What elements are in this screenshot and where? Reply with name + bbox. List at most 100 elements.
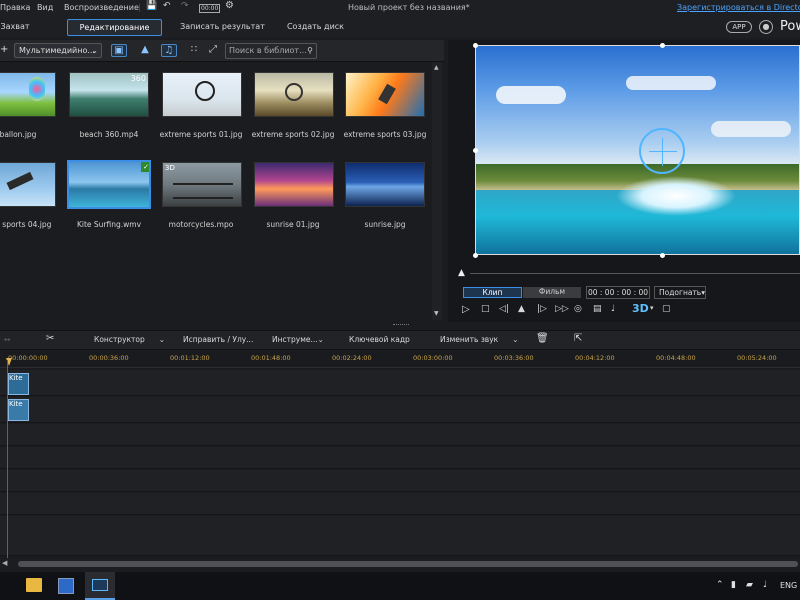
playback-controls: ▷ □ ◁| ▲ |▷ ▷▷ ◎ ▤ ♩ 3D ▾ ▢ [462,302,682,318]
thumbnail-sunrise[interactable] [345,162,425,207]
library-search-input[interactable]: Поиск в библиот... ⚲ [225,43,317,59]
resize-handle[interactable] [473,253,478,258]
video-track[interactable]: Kite [0,370,800,396]
thumbnail-caption: extreme sports 04.jpg [0,220,52,229]
tab-produce[interactable]: Записать результат [175,19,270,36]
thumbnail-sunrise-01[interactable] [254,162,334,207]
thumbnail-caption: motorcycles.mpo [168,220,234,229]
camera-icon[interactable]: ◎ [574,304,582,314]
menu-view[interactable]: Вид [37,3,53,12]
movie-mode-button[interactable]: Фильм [523,287,581,298]
resize-handle[interactable] [660,253,665,258]
3d-toggle-icon[interactable]: 3D [632,302,649,315]
tab-create-disc[interactable]: Создать диск [278,19,353,36]
undo-icon[interactable]: ↶ [163,1,171,11]
volume-icon[interactable]: ♩ [611,304,615,314]
previous-frame-icon[interactable]: ◁| [499,304,509,314]
undock-icon[interactable]: ▢ [662,304,671,314]
insert-icon[interactable]: ⇱ [574,333,582,344]
change-audio-button[interactable]: Изменить звук ⌄ [440,335,519,344]
split-icon[interactable]: ↔ [4,335,10,344]
resize-handle[interactable] [473,43,478,48]
powerdirector-taskbar-button[interactable] [85,572,115,600]
subtitle-icon[interactable]: ▤ [593,304,602,314]
video-filter-icon[interactable]: ▣ [111,44,127,57]
tray-expand-icon[interactable]: ⌃ [716,580,724,590]
library-scrollbar[interactable]: ▲ ▼ [432,62,442,320]
ruler-tick: 00:01:48:00 [251,354,291,362]
document-title: Новый проект без названия* [348,3,470,12]
playhead-marker-icon[interactable]: ▲ [458,268,465,278]
thumbnail-beach-360[interactable]: 360 [69,72,149,117]
grid-view-icon[interactable]: ∷ [186,44,202,57]
tools-button[interactable]: Инструме...⌄ [272,335,324,344]
expand-icon[interactable]: ⤢ [205,44,221,57]
motocross-image [285,83,303,101]
timeline-horizontal-scrollbar[interactable]: ◀ [0,558,800,570]
keyframe-button[interactable]: Ключевой кадр [349,335,410,344]
app-button[interactable]: APP [726,21,752,33]
preview-video [475,45,800,255]
audio-track[interactable]: Kite [0,397,800,423]
scissors-icon[interactable]: ✂ [46,333,54,344]
stop-icon[interactable]: □ [481,304,490,314]
gear-icon[interactable]: ⚙ [225,0,234,11]
timeline-video-clip[interactable]: Kite [8,373,29,395]
next-frame-icon[interactable]: |▷ [537,304,547,314]
crosshair-icon[interactable] [639,128,685,174]
tab-capture[interactable]: Захват [0,19,30,36]
notification-icon[interactable]: ● [759,20,773,34]
thumbnail-ballon[interactable] [0,72,56,117]
media-filter-dropdown[interactable]: Мультимедийно... ⌄ [14,43,102,58]
timeline-ruler[interactable]: 00:00:00:00 00:00:36:00 00:01:12:00 00:0… [0,352,800,368]
image-filter-icon[interactable]: ▲ [137,44,153,57]
music-filter-icon[interactable]: ♫ [161,44,177,57]
scrollbar-thumb[interactable] [18,561,798,567]
designer-button[interactable]: Конструктор ⌄ [94,335,165,344]
fast-forward-icon[interactable]: ▷▷ [555,304,569,314]
thumbnail-extreme-03[interactable] [345,72,425,117]
fix-enhance-button[interactable]: Исправить / Улу... [183,335,253,344]
thumbnail-extreme-02[interactable] [254,72,334,117]
scroll-up-icon[interactable]: ▲ [434,64,439,71]
search-icon[interactable]: ⚲ [307,44,313,58]
plus-icon[interactable]: + [0,44,8,55]
trash-icon[interactable]: 🗑 [536,333,549,344]
voice-track[interactable] [0,493,800,515]
scroll-left-icon[interactable]: ◀ [2,559,7,567]
play-icon[interactable]: ▷ [462,304,470,315]
3d-dropdown-icon[interactable]: ▾ [650,304,654,312]
floppy-app-icon[interactable] [58,578,74,594]
tab-edit[interactable]: Редактирование [67,19,162,36]
thumbnail-kite-surfing[interactable]: ✓ [67,160,151,209]
timeline-audio-clip[interactable]: Kite [8,399,29,421]
resize-handle[interactable] [473,148,478,153]
save-icon[interactable]: 💾 [146,1,157,11]
battery-icon[interactable]: ▮ [731,580,736,590]
menu-playback[interactable]: Воспроизведение [64,3,139,12]
preview-timecode[interactable]: 00 : 00 : 00 : 00 [586,286,650,299]
title-track[interactable] [0,470,800,492]
thumbnail-extreme-04[interactable] [0,162,56,207]
thumbnail-extreme-01[interactable] [162,72,242,117]
timecode-icon[interactable]: 00:00 [199,4,221,13]
menu-edit[interactable]: Правка [0,3,30,12]
overlay-track[interactable] [0,447,800,469]
file-explorer-icon[interactable] [26,578,42,592]
volume-icon[interactable]: ♩ [763,580,767,590]
panel-resize-handle[interactable] [393,324,409,327]
snapshot-mark-icon[interactable]: ▲ [518,304,525,314]
redo-icon[interactable]: ↷ [181,1,189,11]
resize-handle[interactable] [660,43,665,48]
fit-dropdown[interactable]: Подогнать▾ [654,286,706,299]
scroll-down-icon[interactable]: ▼ [434,310,439,317]
thumbnail-motorcycles[interactable]: 3D [162,162,242,207]
chevron-down-icon: ⌄ [158,335,166,344]
usb-icon[interactable]: ▰ [746,580,753,590]
language-indicator[interactable]: ENG [780,581,797,590]
music-track[interactable] [0,516,800,556]
effect-track[interactable] [0,424,800,446]
register-link[interactable]: Зарегистрироваться в DirectorZone [677,3,800,12]
preview-scrubber[interactable] [470,273,800,274]
clip-mode-button[interactable]: Клип [463,287,522,298]
